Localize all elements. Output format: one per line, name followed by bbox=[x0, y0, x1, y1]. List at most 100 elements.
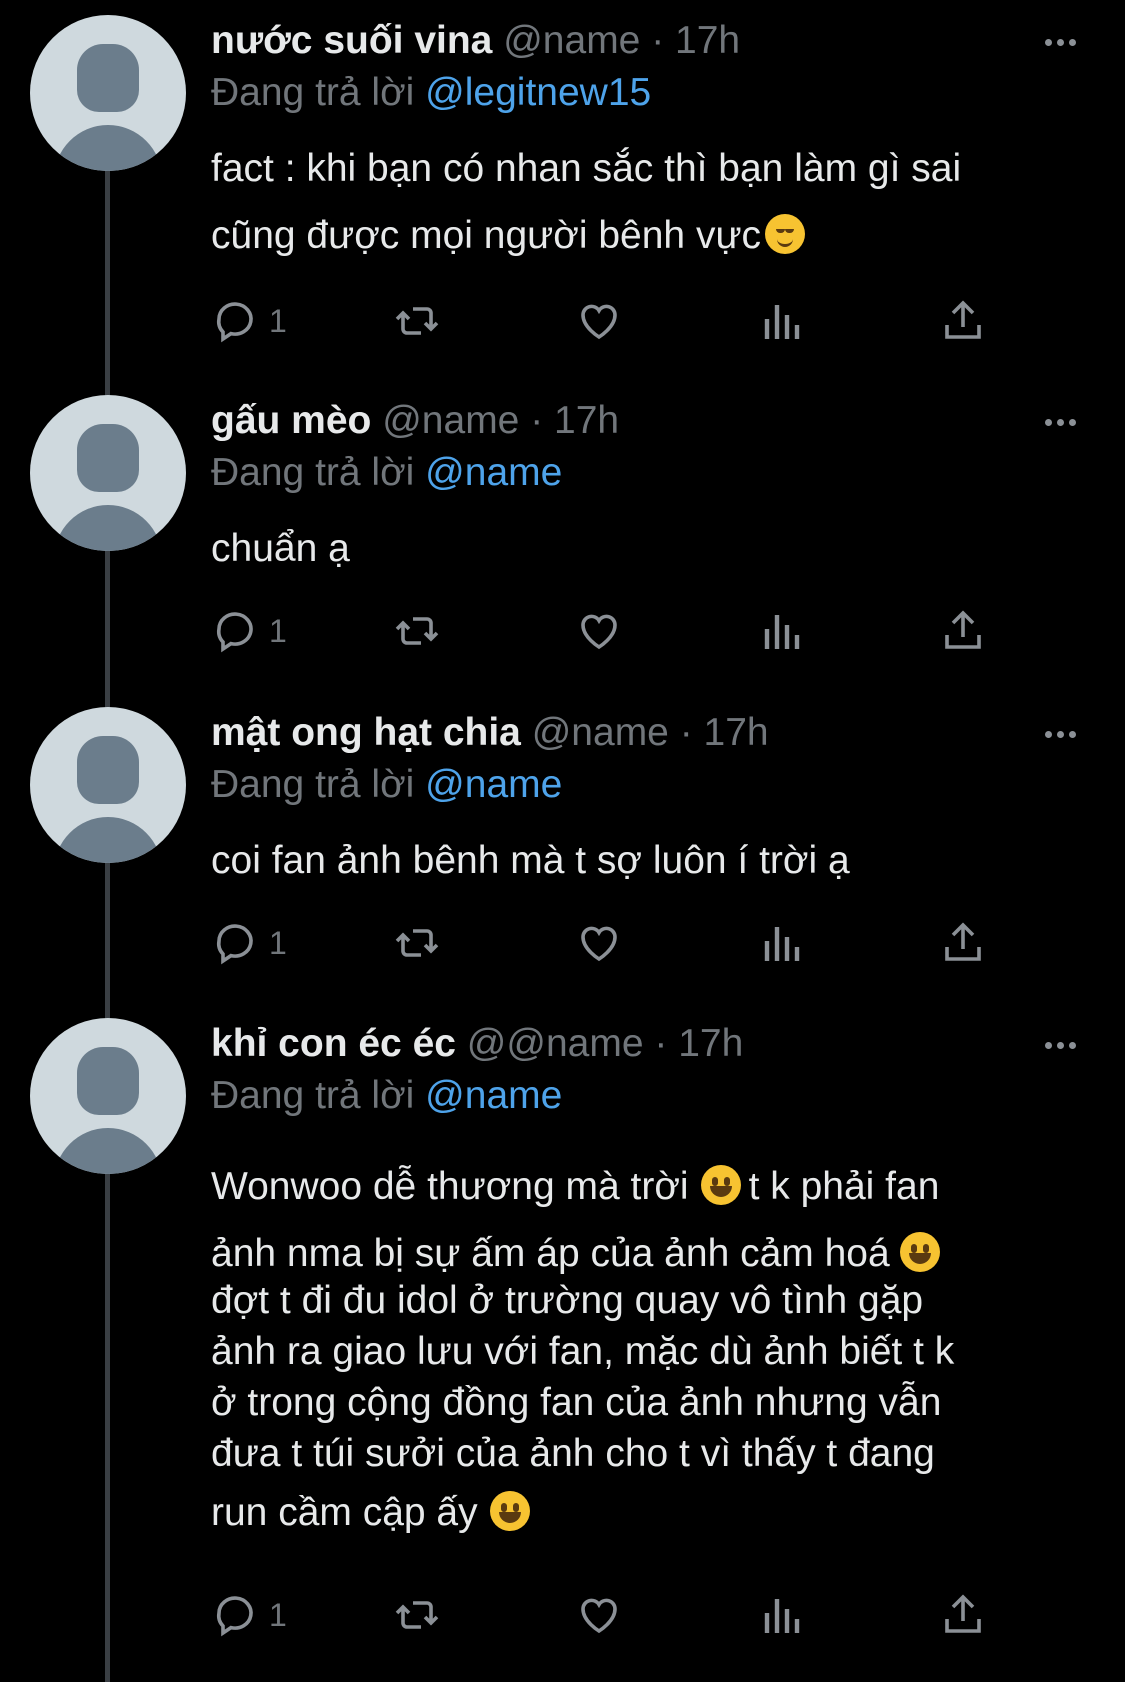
like-icon bbox=[581, 926, 617, 962]
reply-icon bbox=[216, 302, 253, 343]
text-line: cũng được mọi người bênh vực bbox=[211, 214, 762, 257]
share-button[interactable] bbox=[939, 918, 987, 968]
retweet-button[interactable] bbox=[393, 1590, 441, 1640]
views-icon bbox=[764, 615, 800, 649]
views-button[interactable] bbox=[757, 918, 805, 968]
handle-time: @name · 17h bbox=[503, 19, 741, 62]
retweet-button[interactable] bbox=[393, 918, 441, 968]
retweet-button[interactable] bbox=[393, 606, 441, 656]
reply-icon bbox=[216, 612, 253, 653]
text-line: coi fan ảnh bênh mà t sợ luôn í trời ạ bbox=[211, 839, 850, 882]
text-line: ảnh ra giao lưu với fan, mặc dù ảnh biết… bbox=[211, 1330, 955, 1373]
action-bar: 1 bbox=[211, 606, 1011, 656]
retweet-button[interactable] bbox=[393, 296, 441, 346]
reply-mention[interactable]: @name bbox=[425, 1074, 562, 1117]
more-icon[interactable] bbox=[1045, 412, 1085, 432]
reply-mention[interactable]: @name bbox=[425, 763, 562, 806]
text-line: t k phải fan bbox=[748, 1165, 940, 1208]
like-button[interactable] bbox=[575, 606, 623, 656]
reply-prefix: Đang trả lời bbox=[211, 451, 415, 494]
replying-to: Đang trả lời @legitnew15 bbox=[211, 70, 651, 116]
more-icon[interactable] bbox=[1045, 724, 1085, 744]
reply-count: 1 bbox=[269, 1596, 287, 1633]
reply-icon bbox=[216, 1596, 253, 1637]
like-button[interactable] bbox=[575, 296, 623, 346]
tweet-header: nước suối vina @name · 17h bbox=[211, 18, 740, 64]
reply-icon bbox=[216, 924, 253, 965]
reply-prefix: Đang trả lời bbox=[211, 763, 415, 806]
retweet-icon bbox=[395, 307, 439, 335]
like-button[interactable] bbox=[575, 918, 623, 968]
share-icon bbox=[945, 1594, 981, 1633]
more-icon[interactable] bbox=[1045, 32, 1085, 52]
like-icon bbox=[581, 304, 617, 340]
share-button[interactable] bbox=[939, 296, 987, 346]
views-icon bbox=[764, 927, 800, 961]
smiling-face-emoji bbox=[899, 1232, 940, 1272]
handle-time: @name · 17h bbox=[531, 711, 769, 754]
share-icon bbox=[945, 300, 981, 339]
views-icon bbox=[764, 305, 800, 339]
text-line: Wonwoo dễ thương mà trời bbox=[211, 1165, 689, 1208]
retweet-icon bbox=[395, 617, 439, 645]
action-bar: 1 bbox=[211, 918, 1011, 968]
like-icon bbox=[581, 1598, 617, 1634]
replying-to: Đang trả lời @name bbox=[211, 450, 562, 496]
display-name[interactable]: mật ong hạt chia bbox=[211, 711, 521, 754]
views-button[interactable] bbox=[757, 606, 805, 656]
handle-time: @name · 17h bbox=[382, 399, 620, 442]
share-button[interactable] bbox=[939, 1590, 987, 1640]
display-name[interactable]: nước suối vina bbox=[211, 19, 492, 62]
reply-count: 1 bbox=[269, 302, 287, 339]
views-button[interactable] bbox=[757, 1590, 805, 1640]
share-icon bbox=[945, 610, 981, 649]
replying-to: Đang trả lời @name bbox=[211, 762, 562, 808]
tweet-text: fact : khi bạn có nhan sắc thì bạn làm g… bbox=[211, 135, 1091, 269]
retweet-icon bbox=[395, 1601, 439, 1629]
text-line: run cầm cập ấy bbox=[211, 1491, 478, 1534]
reply-count: 1 bbox=[269, 612, 287, 649]
reply-mention[interactable]: @name bbox=[425, 451, 562, 494]
replying-to: Đang trả lời @name bbox=[211, 1073, 562, 1119]
handle-time: @@name · 17h bbox=[466, 1022, 744, 1065]
thread-line bbox=[105, 160, 110, 1682]
tweet-text: coi fan ảnh bênh mà t sợ luôn í trời ạ bbox=[211, 827, 1091, 894]
avatar[interactable] bbox=[30, 1018, 186, 1174]
like-icon bbox=[581, 614, 617, 650]
reply-button[interactable]: 1 bbox=[211, 918, 287, 968]
smiling-face-emoji bbox=[489, 1491, 530, 1531]
reply-button[interactable]: 1 bbox=[211, 606, 287, 656]
reply-mention[interactable]: @legitnew15 bbox=[425, 71, 651, 114]
tweet-text: Wonwoo dễ thương mà trời t k phải fan ảnh… bbox=[211, 1153, 1091, 1546]
reply-button[interactable]: 1 bbox=[211, 296, 287, 346]
display-name[interactable]: gấu mèo bbox=[211, 399, 371, 442]
reply-prefix: Đang trả lời bbox=[211, 71, 415, 114]
text-line: đợt t đi đu idol ở trường quay vô tình g… bbox=[211, 1279, 924, 1322]
avatar[interactable] bbox=[30, 395, 186, 551]
tweet-header: gấu mèo @name · 17h bbox=[211, 398, 619, 444]
text-line: chuẩn ạ bbox=[211, 527, 350, 570]
action-bar: 1 bbox=[211, 1590, 1011, 1640]
more-icon[interactable] bbox=[1045, 1035, 1085, 1055]
views-icon bbox=[764, 1599, 800, 1633]
text-line: fact : khi bạn có nhan sắc thì bạn làm g… bbox=[211, 147, 962, 190]
retweet-icon bbox=[395, 929, 439, 957]
relieved-face-emoji bbox=[765, 214, 806, 254]
text-line: đưa t túi sưởi của ảnh cho t vì thấy t đ… bbox=[211, 1432, 935, 1475]
share-icon bbox=[945, 922, 981, 961]
tweet-header: mật ong hạt chia @name · 17h bbox=[211, 710, 769, 756]
share-button[interactable] bbox=[939, 606, 987, 656]
views-button[interactable] bbox=[757, 296, 805, 346]
reply-button[interactable]: 1 bbox=[211, 1590, 287, 1640]
tweet-text: chuẩn ạ bbox=[211, 515, 1091, 582]
text-line: ảnh nma bị sự ấm áp của ảnh cảm hoá bbox=[211, 1232, 890, 1275]
text-line: ở trong cộng đồng fan của ảnh nhưng vẫn bbox=[211, 1381, 942, 1424]
action-bar: 1 bbox=[211, 296, 1011, 346]
tweet-header: khỉ con éc éc @@name · 17h bbox=[211, 1021, 743, 1067]
display-name[interactable]: khỉ con éc éc bbox=[211, 1022, 456, 1065]
avatar[interactable] bbox=[30, 707, 186, 863]
avatar[interactable] bbox=[30, 15, 186, 171]
like-button[interactable] bbox=[575, 1590, 623, 1640]
reply-prefix: Đang trả lời bbox=[211, 1074, 415, 1117]
smiling-face-emoji bbox=[700, 1165, 741, 1205]
